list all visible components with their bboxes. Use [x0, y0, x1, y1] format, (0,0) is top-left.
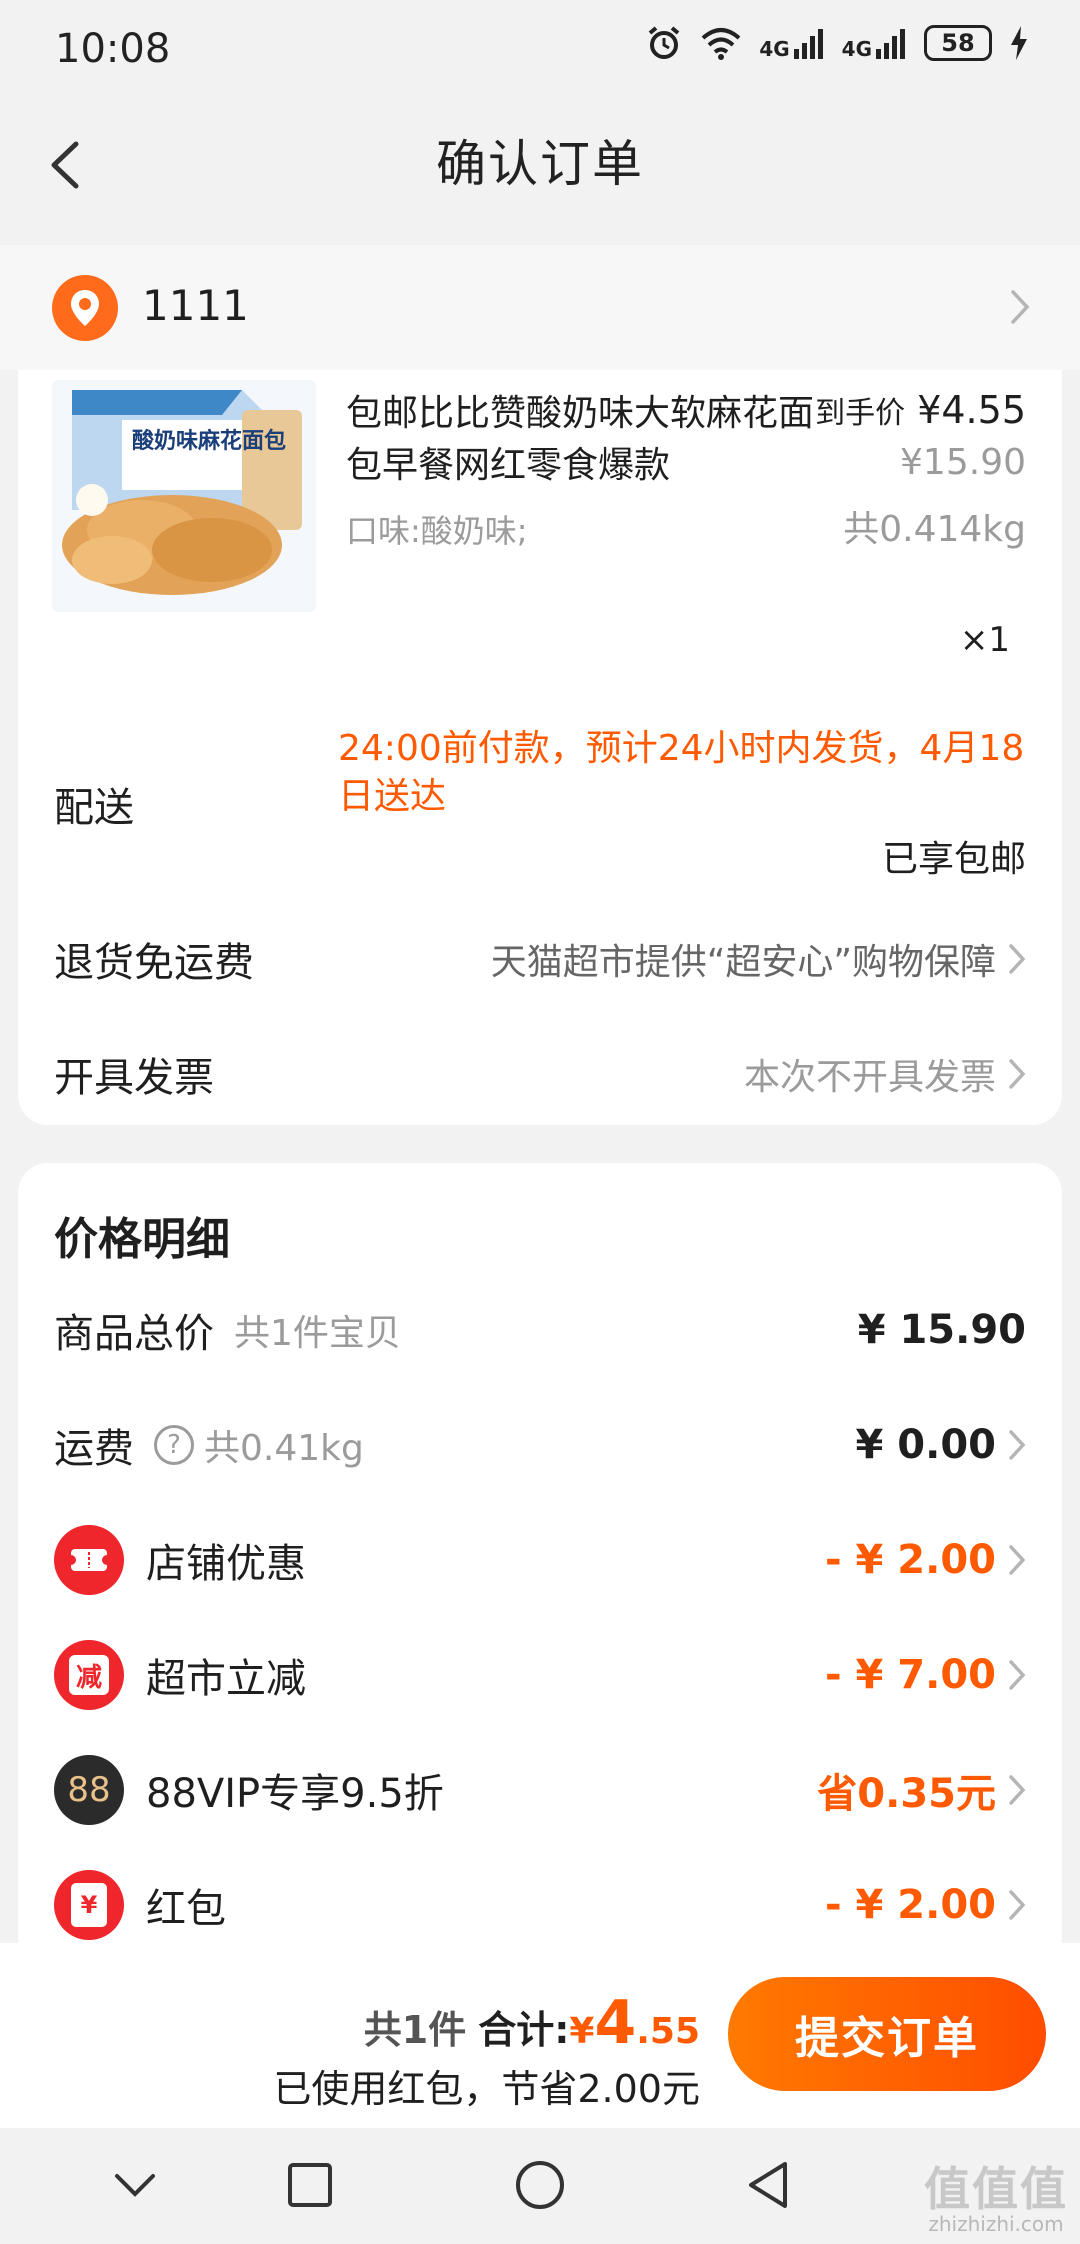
market-discount-label: 超市立减 — [146, 1656, 306, 1702]
final-price: 到手价 ¥4.55 — [815, 388, 1026, 432]
signal-2: 4G — [842, 27, 906, 59]
nav-back-button[interactable] — [728, 2150, 808, 2220]
location-pin-icon — [52, 275, 118, 341]
page-title: 确认订单 — [436, 135, 644, 193]
invoice-value: 本次不开具发票 — [743, 1057, 996, 1098]
product-quantity[interactable]: ×1 — [960, 620, 1010, 660]
final-price-label: 到手价 — [815, 396, 906, 431]
network-label-1: 4G — [759, 37, 790, 61]
signal-bars-icon — [876, 29, 905, 59]
product-image-text: 酸奶味麻花面包 — [132, 428, 286, 454]
red-packet-icon: ¥ — [54, 1870, 124, 1940]
signal-bars-icon — [793, 29, 823, 59]
bread-image-icon: 酸奶味麻花面包 — [52, 380, 316, 612]
charging-icon — [1011, 26, 1027, 60]
chevron-right-icon — [1009, 944, 1026, 974]
invoice-label: 开具发票 — [54, 1055, 214, 1101]
status-icons: 4G 4G 58 — [645, 24, 1028, 62]
store-discount-amount: - ¥ 2.00 — [825, 1537, 1026, 1583]
triangle-back-icon — [749, 2162, 787, 2208]
freight-label: 运费 — [54, 1426, 134, 1472]
chevron-right-icon — [1009, 1430, 1026, 1460]
free-shipping-text: 已享包邮 — [881, 839, 1026, 880]
system-nav-bar: 值值值 zhizhizhi.com — [0, 2128, 1080, 2244]
vip-discount-amount: 省0.35元 — [817, 1761, 1026, 1819]
watermark: 值值值 zhizhizhi.com — [924, 2166, 1068, 2236]
freight-row[interactable]: 运费 ? 共0.41kg ¥ 0.00 — [54, 1410, 1026, 1480]
checkout-bar: 共1件 合计: ¥ 4 .55 已使用红包，节省2.00元 提交订单 — [0, 1943, 1080, 2128]
red-packet-amount: - ¥ 2.00 — [825, 1882, 1026, 1928]
total-decimal: .55 — [636, 2011, 700, 2052]
chevron-right-icon — [1009, 1545, 1026, 1575]
final-price-value: ¥4.55 — [917, 388, 1026, 432]
chevron-right-icon — [1009, 1660, 1026, 1690]
order-total: 共1件 合计: ¥ 4 .55 — [364, 1988, 700, 2058]
item-count: 共1件 — [363, 2008, 467, 2052]
chevron-right-icon — [1009, 1775, 1026, 1805]
invoice-row[interactable]: 本次不开具发票 — [744, 1048, 1026, 1100]
coupon-icon — [54, 1525, 124, 1595]
question-icon[interactable]: ? — [154, 1425, 194, 1465]
address-text: 1111 — [142, 281, 249, 330]
goods-total-label: 商品总价 — [54, 1311, 214, 1357]
chevron-right-icon — [1011, 290, 1030, 324]
wifi-icon — [701, 28, 741, 60]
watermark-logo: 值值值 — [924, 2162, 1068, 2216]
vip-88-icon: 88 — [54, 1755, 124, 1825]
total-label: 合计: — [478, 2008, 570, 2052]
freight-amount: ¥ 0.00 — [856, 1422, 1026, 1468]
watermark-url: zhizhizhi.com — [928, 2212, 1064, 2236]
product-name-text: 包邮比比赞酸奶味大软麻花面包早餐网红零食爆款 — [346, 393, 815, 486]
return-freight-row[interactable]: 天猫超市提供“超安心”购物保障 — [491, 933, 1026, 985]
market-discount-amount: - ¥ 7.00 — [825, 1652, 1026, 1698]
store-discount-label: 店铺优惠 — [146, 1541, 306, 1587]
product-name[interactable]: 包邮比比赞酸奶味大软麻花面包早餐网红零食爆款 — [346, 388, 816, 492]
total-integer: 4 — [594, 1988, 637, 2058]
status-bar: 10:08 4G 4G 58 — [0, 0, 1080, 100]
nav-home-button[interactable] — [500, 2150, 580, 2220]
product-image[interactable]: 酸奶味麻花面包 — [52, 380, 316, 612]
reduction-icon: 减 — [54, 1640, 124, 1710]
order-card: 酸奶味麻花面包 包邮比比赞酸奶味大软麻花面包早餐网红零食爆款 到手价 ¥4.55… — [18, 370, 1062, 1125]
price-details-title: 价格明细 — [54, 1214, 230, 1265]
submit-order-button[interactable]: 提交订单 — [728, 1977, 1046, 2091]
goods-total-row: 商品总价 共1件宝贝 ¥ 15.90 — [54, 1295, 1026, 1365]
vip-discount-label: 88VIP专享9.5折 — [146, 1771, 444, 1817]
red-packet-label: 红包 — [146, 1886, 226, 1932]
alarm-icon — [649, 26, 680, 59]
market-discount-row[interactable]: 减 超市立减 - ¥ 7.00 — [54, 1640, 1026, 1710]
shipping-label: 配送 — [54, 785, 134, 831]
shipping-note: 24:00前付款，预计24小时内发货，4月18日送达 — [338, 728, 1025, 817]
nav-recents-button[interactable] — [270, 2150, 350, 2220]
store-discount-row[interactable]: 店铺优惠 - ¥ 2.00 — [54, 1525, 1026, 1595]
chevron-right-icon — [1009, 1890, 1026, 1920]
saved-text: 已使用红包，节省2.00元 — [273, 2067, 700, 2111]
chevron-right-icon — [1009, 1059, 1026, 1089]
address-bar[interactable]: 1111 — [0, 245, 1080, 370]
red-packet-row[interactable]: ¥ 红包 - ¥ 2.00 — [54, 1870, 1026, 1940]
goods-total-amount: ¥ 15.90 — [857, 1307, 1026, 1353]
total-currency: ¥ — [569, 2011, 595, 2052]
battery-indicator: 58 — [924, 25, 992, 61]
product-variant: 口味:酸奶味; — [346, 512, 528, 550]
original-price: ¥15.90 — [900, 442, 1026, 483]
status-time: 10:08 — [55, 26, 171, 72]
freight-sub: 共0.41kg — [204, 1428, 364, 1469]
circle-icon — [516, 2161, 564, 2209]
return-freight-label: 退货免运费 — [54, 940, 254, 986]
return-freight-value: 天猫超市提供“超安心”购物保障 — [490, 942, 996, 983]
goods-total-sub: 共1件宝贝 — [234, 1313, 401, 1354]
chevron-down-icon — [115, 2174, 155, 2197]
signal-1: 4G — [759, 27, 823, 59]
square-icon — [288, 2163, 332, 2207]
vip-discount-row[interactable]: 88 88VIP专享9.5折 省0.35元 — [54, 1755, 1026, 1825]
nav-collapse-button[interactable] — [95, 2150, 175, 2220]
network-label-2: 4G — [841, 37, 872, 61]
product-weight: 共0.414kg — [843, 509, 1026, 550]
header: 确认订单 — [0, 100, 1080, 240]
